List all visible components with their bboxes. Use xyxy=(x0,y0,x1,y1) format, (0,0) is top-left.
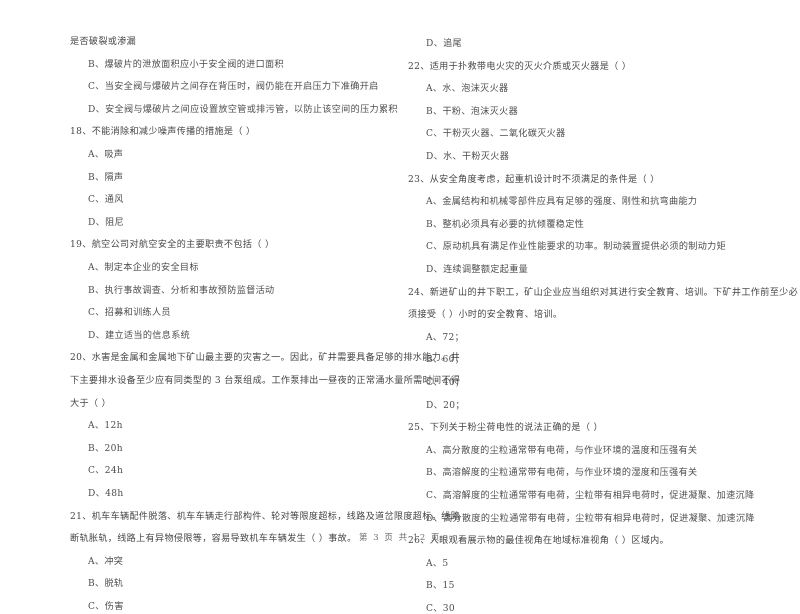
question-text: 18、不能消除和减少噪声传播的措施是（ ） xyxy=(70,127,256,138)
answer-option[interactable]: C、40； xyxy=(426,378,464,388)
answer-option[interactable]: A、5 xyxy=(426,559,449,569)
answer-option[interactable]: B、15 xyxy=(426,582,455,591)
answer-option[interactable]: C、伤害 xyxy=(88,602,124,612)
question-text: 大于（ ） xyxy=(70,398,112,409)
answer-option[interactable]: D、建立适当的信息系统 xyxy=(88,331,190,341)
answer-option[interactable]: C、通风 xyxy=(88,196,124,205)
answer-option[interactable]: D、阻尼 xyxy=(88,218,124,228)
answer-option[interactable]: A、冲突 xyxy=(88,557,123,567)
answer-option[interactable]: B、20h xyxy=(88,444,123,454)
answer-option[interactable]: B、脱轨 xyxy=(88,580,123,589)
answer-option[interactable]: B、干粉、泡沫灭火器 xyxy=(426,107,518,117)
answer-option[interactable]: C、原动机具有满足作业性能要求的功率。制动装置提供必须的制动力矩 xyxy=(426,243,726,252)
question-text: 下主要排水设备至少应有同类型的 3 台泵组成。工作泵排出一昼夜的正常涌水量所需时… xyxy=(70,376,461,386)
answer-option[interactable]: A、72； xyxy=(426,333,464,343)
answer-option[interactable]: D、安全阀与爆破片之间应设置放空管或排污管，以防止该空间的压力累积 xyxy=(88,105,398,115)
answer-option[interactable]: A、高分散度的尘粒通常带有电荷，与作业环境的温度和压强有关 xyxy=(426,446,697,456)
answer-option[interactable]: A、吸声 xyxy=(88,150,123,160)
answer-option[interactable]: C、24h xyxy=(88,467,123,476)
answer-option[interactable]: B、爆破片的泄放面积应小于安全阀的进口面积 xyxy=(88,60,284,70)
exam-page: 是否破裂或渗漏 B、爆破片的泄放面积应小于安全阀的进口面积 C、当安全阀与爆破片之间… xyxy=(0,0,800,613)
page-columns: 是否破裂或渗漏 B、爆破片的泄放面积应小于安全阀的进口面积 C、当安全阀与爆破片之间… xyxy=(0,0,800,613)
answer-option[interactable]: A、水、泡沫灭火器 xyxy=(426,85,508,94)
answer-option[interactable]: B、执行事故调查、分析和事故预防监督活动 xyxy=(88,286,274,296)
answer-option[interactable]: D、水、干粉灭火器 xyxy=(426,152,509,162)
answer-option[interactable]: C、干粉灭火器、二氧化碳灭火器 xyxy=(426,130,566,139)
continuation-text: 是否破裂或渗漏 xyxy=(70,37,137,47)
page-footer: 第 3 页 共 12 页 xyxy=(359,532,441,542)
question-text: 20、水害是金属和金属地下矿山最主要的灾害之一。因此，矿井需要具备足够的排水能力… xyxy=(70,353,461,364)
answer-option[interactable]: D、连续调整额定起重量 xyxy=(426,265,528,275)
question-text: 21、机车车辆配件脱落、机车车辆走行部构件、轮对等限度超标，线路及道岔限度超标，… xyxy=(70,511,461,522)
question-text: 须接受（ ）小时的安全教育、培训。 xyxy=(408,310,563,321)
answer-option[interactable]: D、48h xyxy=(88,489,124,499)
question-text: 22、适用于扑救带电火灾的灭火介质或灭火器是（ ） xyxy=(408,61,632,72)
answer-option[interactable]: C、招募和训练人员 xyxy=(88,309,171,318)
question-text: 23、从安全角度考虑，起重机设计时不须满足的条件是（ ） xyxy=(408,174,660,185)
answer-option[interactable]: D、追尾 xyxy=(426,39,462,49)
answer-option[interactable]: B、60； xyxy=(426,356,464,365)
answer-option[interactable]: D、高分散度的尘粒通常带有电荷，尘粒带有相异电荷时，促进凝聚、加速沉降 xyxy=(426,514,755,524)
answer-option[interactable]: C、当安全阀与爆破片之间存在背压时，阀仍能在开启压力下准确开启 xyxy=(88,83,379,92)
answer-option[interactable]: A、制定本企业的安全目标 xyxy=(88,263,199,273)
answer-option[interactable]: C、30 xyxy=(426,604,455,614)
answer-option[interactable]: D、20； xyxy=(426,401,465,411)
answer-option[interactable]: A、12h xyxy=(88,422,123,431)
answer-option[interactable]: B、高溶解度的尘粒通常带有电荷，与作业环境的湿度和压强有关 xyxy=(426,469,697,478)
question-text: 19、航空公司对航空安全的主要职责不包括（ ） xyxy=(70,240,275,251)
answer-option[interactable]: B、隔声 xyxy=(88,173,123,183)
answer-option[interactable]: A、金属结构和机械零部件应具有足够的强度、刚性和抗弯曲能力 xyxy=(426,198,697,207)
answer-option[interactable]: C、高溶解度的尘粒通常带有电荷，尘粒带有相异电荷时，促进凝聚、加速沉降 xyxy=(426,491,754,501)
question-text: 25、下列关于粉尘荷电性的说法正确的是（ ） xyxy=(408,423,603,434)
question-text: 24、新进矿山的井下职工，矿山企业应当组织对其进行安全教育、培训。下矿井工作前至… xyxy=(408,287,799,298)
answer-option[interactable]: B、整机必须具有必要的抗倾覆稳定性 xyxy=(426,220,584,230)
